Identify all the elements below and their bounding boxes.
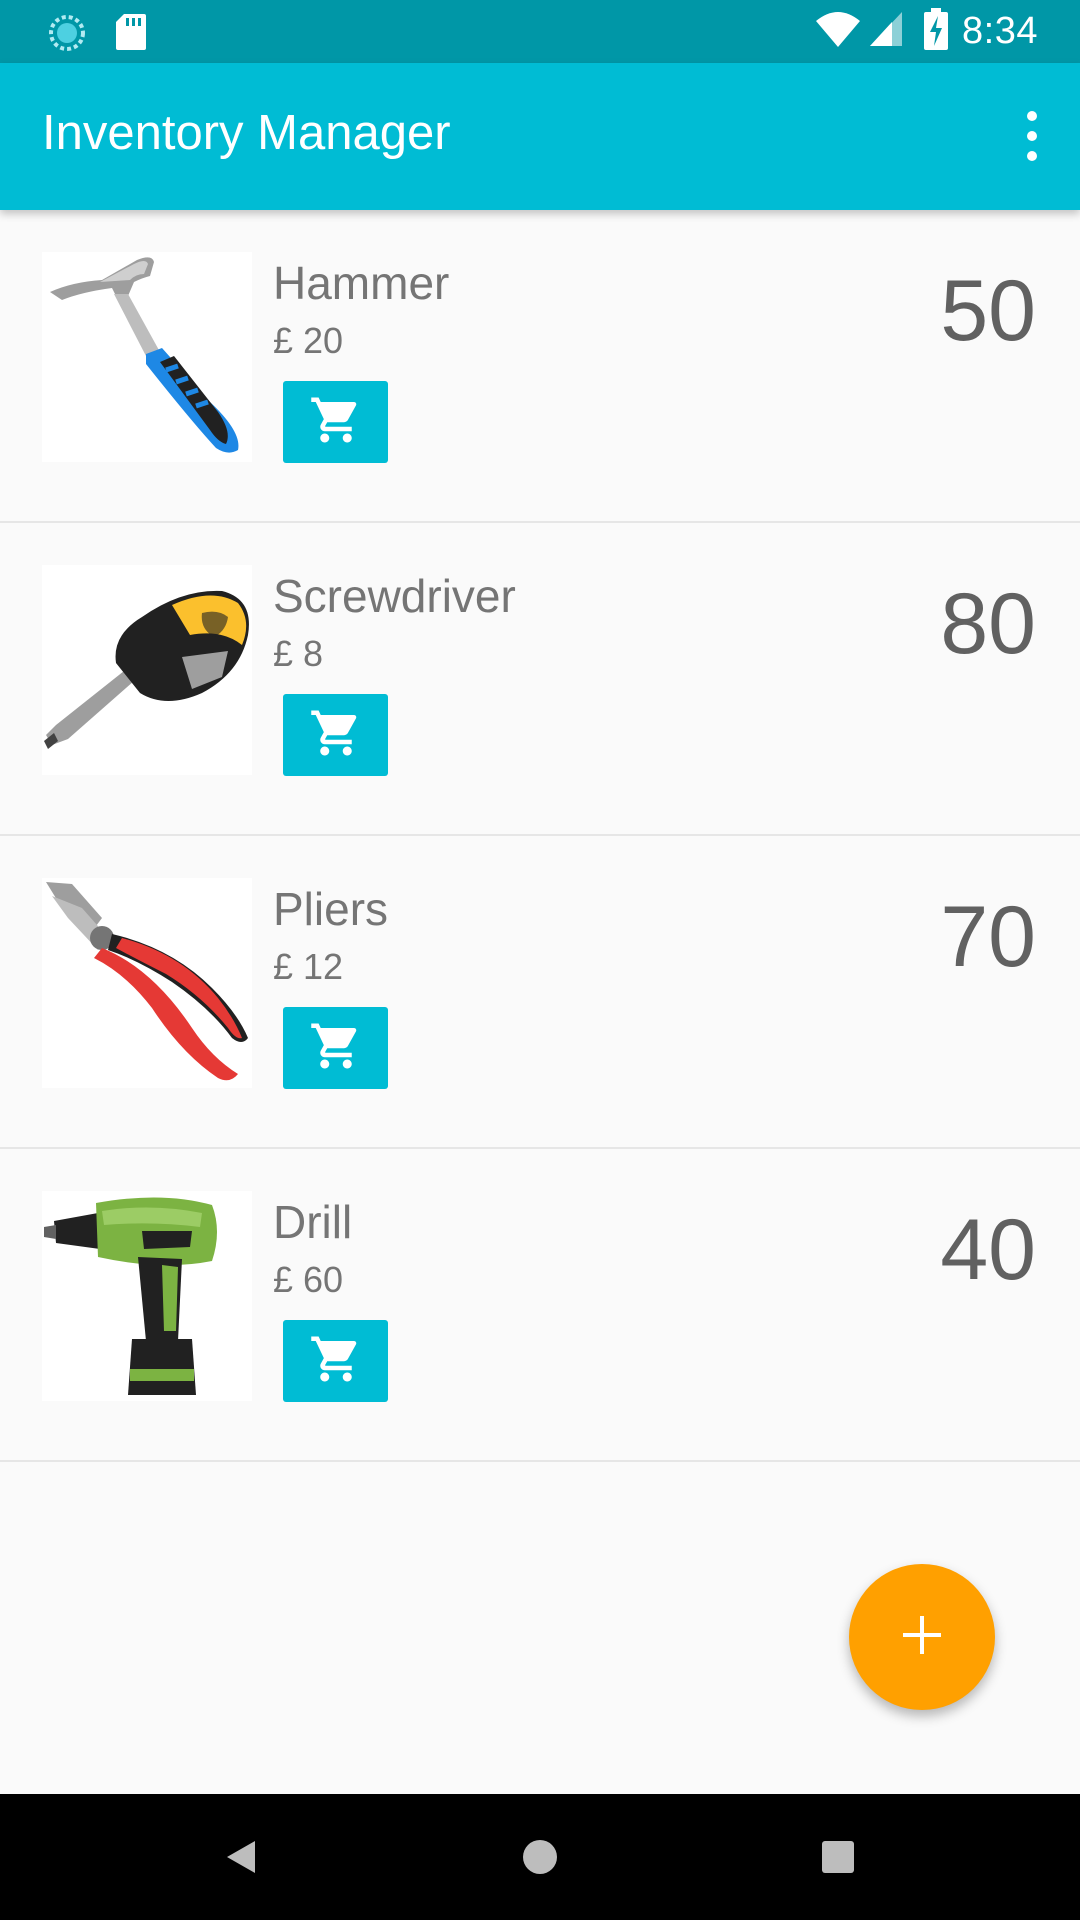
battery-charging-icon xyxy=(924,8,949,55)
product-price: £ 60 xyxy=(273,1259,344,1300)
cart-icon xyxy=(309,706,363,765)
screwdriver-image xyxy=(42,565,252,775)
sell-button[interactable] xyxy=(283,1320,388,1402)
pliers-image xyxy=(42,878,252,1088)
product-quantity: 80 xyxy=(940,576,1036,672)
app-bar: Inventory Manager xyxy=(0,63,1080,210)
recents-icon[interactable] xyxy=(808,1827,868,1887)
drill-image xyxy=(42,1191,252,1401)
hammer-image xyxy=(42,252,252,462)
product-quantity: 50 xyxy=(940,263,1036,359)
sd-card-icon xyxy=(114,12,148,57)
sell-button[interactable] xyxy=(283,381,388,463)
sync-icon xyxy=(46,12,88,59)
back-icon[interactable] xyxy=(211,1827,271,1887)
product-name: Pliers xyxy=(273,883,389,935)
sell-button[interactable] xyxy=(283,1007,388,1089)
home-icon[interactable] xyxy=(510,1827,570,1887)
product-row[interactable]: Hammer £ 20 50 xyxy=(0,210,1080,523)
product-price: £ 12 xyxy=(273,946,344,987)
product-row[interactable]: Pliers £ 12 70 xyxy=(0,836,1080,1149)
product-price: £ 20 xyxy=(273,320,344,361)
signal-icon xyxy=(868,10,904,53)
cart-icon xyxy=(309,1332,363,1391)
product-list: Hammer £ 20 50 Screwdriver £ 8 80 Pliers… xyxy=(0,210,1080,1462)
sell-button[interactable] xyxy=(283,694,388,776)
cart-icon xyxy=(309,393,363,452)
status-bar: 8:34 xyxy=(0,0,1080,63)
add-product-button[interactable] xyxy=(849,1564,995,1710)
more-vert-icon[interactable] xyxy=(1010,103,1054,169)
navigation-bar xyxy=(0,1794,1080,1920)
product-price: £ 8 xyxy=(273,633,324,674)
product-name: Hammer xyxy=(273,257,450,309)
product-row[interactable]: Drill £ 60 40 xyxy=(0,1149,1080,1462)
product-name: Screwdriver xyxy=(273,570,516,622)
cart-icon xyxy=(309,1019,363,1078)
status-time: 8:34 xyxy=(962,10,1038,52)
product-name: Drill xyxy=(273,1196,353,1248)
wifi-icon xyxy=(814,9,862,54)
product-row[interactable]: Screwdriver £ 8 80 xyxy=(0,523,1080,836)
add-icon xyxy=(899,1612,945,1663)
product-quantity: 70 xyxy=(940,889,1036,985)
app-title: Inventory Manager xyxy=(42,106,451,160)
product-quantity: 40 xyxy=(940,1202,1036,1298)
